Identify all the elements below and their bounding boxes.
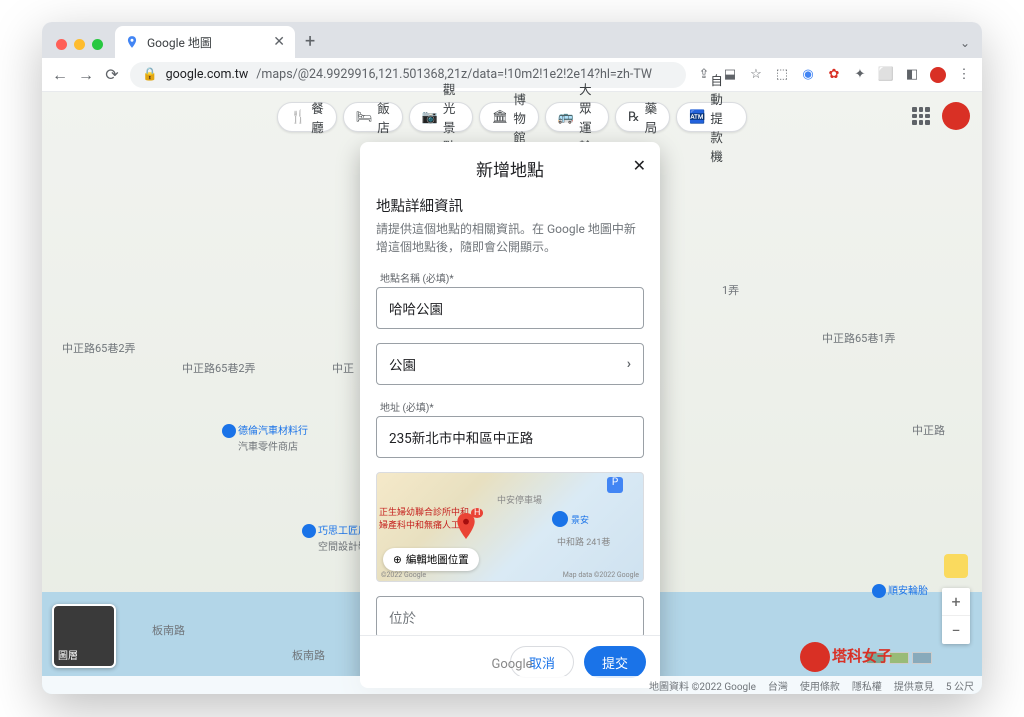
url-host: google.com.tw [166,67,249,82]
road-label: 中正路65巷1弄 [822,330,896,346]
chip-pharmacy[interactable]: ℞藥局 [615,102,670,132]
poi[interactable]: 順安輪胎 [872,582,928,598]
footer-feedback[interactable]: 提供意見 [894,678,934,693]
map-footer: 地圖資料 ©2022 Google 台灣 使用條款 隱私權 提供意見 5 公尺 [42,676,982,694]
maps-viewport[interactable]: 中正路65巷2弄 中正路65巷2弄 中正 1弄 中正路65巷1弄 中正路 板南路… [42,92,982,694]
located-in-input[interactable]: 位於 [376,596,644,635]
tabs-dropdown-icon[interactable]: ⌄ [948,36,982,58]
google-logo: Google [491,657,532,672]
road-label: 板南路 [152,622,185,638]
dialog-header: 新增地點 ✕ [360,142,660,195]
mini-map[interactable]: P 中安停車場 正生婦幼聯合診所中和H婦產科中和無痛人工… 景安 中和路 241… [376,472,644,582]
add-place-dialog: 新增地點 ✕ 地點詳細資訊 請提供這個地點的相關資訊。在 Google 地圖中新… [360,142,660,688]
mini-map-label: 中和路 241巷 [557,535,610,548]
tab-bar: Google 地圖 ✕ + ⌄ [42,22,982,58]
address-label: 地址 (必填)* [380,399,644,414]
lock-icon: 🔒 [142,67,158,82]
road-label: 中正路65巷2弄 [62,340,136,356]
parking-icon: P [607,477,623,493]
camera-icon: 📷 [422,110,438,125]
browser-window: Google 地圖 ✕ + ⌄ ← → ⟳ 🔒 google.com.tw/ma… [42,22,982,694]
reload-button[interactable]: ⟳ [104,65,120,84]
map-pin-icon [457,513,475,539]
top-right-controls [912,102,970,130]
back-button[interactable]: ← [52,65,68,85]
footer-country: 台灣 [768,678,788,693]
browser-tab[interactable]: Google 地圖 ✕ [115,26,295,58]
ext-icon-3[interactable]: ✿ [826,67,842,83]
menu-icon[interactable]: ⋮ [956,67,972,83]
window-controls [52,39,109,58]
footer-scale: 5 公尺 [946,678,974,693]
new-tab-button[interactable]: + [301,31,319,58]
close-window[interactable] [56,39,67,50]
name-label: 地點名稱 (必填)* [380,270,644,285]
profile-avatar-small[interactable] [930,67,946,83]
zoom-controls: + − [942,588,970,644]
tab-title: Google 地圖 [147,34,212,51]
atm-icon: 🏧 [689,110,705,125]
ext-icon-1[interactable]: ⬚ [774,67,790,83]
footer-privacy[interactable]: 隱私權 [852,678,882,693]
restaurant-icon: 🍴 [290,110,306,125]
section-description: 請提供這個地點的相關資訊。在 Google 地圖中新增這個地點後，隨即會公開顯示… [376,220,644,256]
url-bar[interactable]: 🔒 google.com.tw/maps/@24.9929916,121.501… [130,62,686,88]
museum-icon: 🏛 [492,110,509,125]
forward-button[interactable]: → [78,65,94,85]
pharmacy-icon: ℞ [628,110,640,125]
map-copyright: ©2022 Google [381,571,426,579]
pegman-icon[interactable] [944,554,968,578]
address-input[interactable]: 235新北市中和區中正路 [376,416,644,458]
zoom-in-button[interactable]: + [942,588,970,616]
bus-icon: 🚌 [558,110,574,125]
section-title: 地點詳細資訊 [376,195,644,216]
cast-icon[interactable]: ⬜ [878,67,894,83]
target-icon: ⊕ [393,553,402,566]
chip-transit[interactable]: 🚌大眾運輸 [545,102,609,132]
map-copyright: Map data ©2022 Google [563,571,639,579]
google-maps-favicon [125,35,139,49]
category-chips: 🍴餐廳 🛏飯店 📷觀光景點 🏛博物館 🚌大眾運輸 ℞藥局 🏧自動提款機 [277,102,747,132]
dialog-body: 地點詳細資訊 請提供這個地點的相關資訊。在 Google 地圖中新增這個地點後，… [360,195,660,635]
station-icon [552,511,568,527]
mini-map-label: 中安停車場 [497,493,542,506]
road-label: 1弄 [722,282,739,298]
category-select[interactable]: 公園› [376,343,644,385]
footer-data: 地圖資料 ©2022 Google [649,678,756,693]
close-tab-icon[interactable]: ✕ [273,34,285,50]
footer-terms[interactable]: 使用條款 [800,678,840,693]
layers-label: 圖層 [54,643,82,666]
chip-hotels[interactable]: 🛏飯店 [343,102,403,132]
dialog-title: 新增地點 [476,156,544,181]
place-name-input[interactable]: 哈哈公園 [376,287,644,329]
road-label: 中正路65巷2弄 [182,360,256,376]
account-avatar[interactable] [942,102,970,130]
extensions-icon[interactable]: ✦ [852,67,868,83]
poi[interactable]: 德倫汽車材料行汽車零件商店 [222,422,308,453]
layers-button[interactable]: 圖層 [52,604,116,668]
chip-attractions[interactable]: 📷觀光景點 [409,102,473,132]
zoom-out-button[interactable]: − [942,616,970,644]
road-label: 板南路 [292,647,325,663]
submit-button[interactable]: 提交 [584,646,646,678]
mini-map-label: 景安 [571,513,589,526]
road-label: 中正 [332,360,354,376]
dialog-close-icon[interactable]: ✕ [633,156,646,175]
minimize-window[interactable] [74,39,85,50]
ext-icon-2[interactable]: ◉ [800,67,816,83]
hotel-icon: 🛏 [356,110,373,125]
extensions-row: ⇪ ⬓ ☆ ⬚ ◉ ✿ ✦ ⬜ ◧ ⋮ [696,67,972,83]
road-label: 中正路 [912,422,945,438]
google-apps-icon[interactable] [912,107,930,125]
chip-museums[interactable]: 🏛博物館 [479,102,539,132]
chevron-right-icon: › [627,356,631,372]
address-bar-row: ← → ⟳ 🔒 google.com.tw/maps/@24.9929916,1… [42,58,982,92]
chip-atm[interactable]: 🏧自動提款機 [676,102,747,132]
ext-icon-4[interactable]: ◧ [904,67,920,83]
star-icon[interactable]: ☆ [748,67,764,83]
maximize-window[interactable] [92,39,103,50]
chip-restaurants[interactable]: 🍴餐廳 [277,102,337,132]
edit-location-button[interactable]: ⊕編輯地圖位置 [383,548,479,571]
watermark-brand: 塔科女子 [800,642,892,672]
